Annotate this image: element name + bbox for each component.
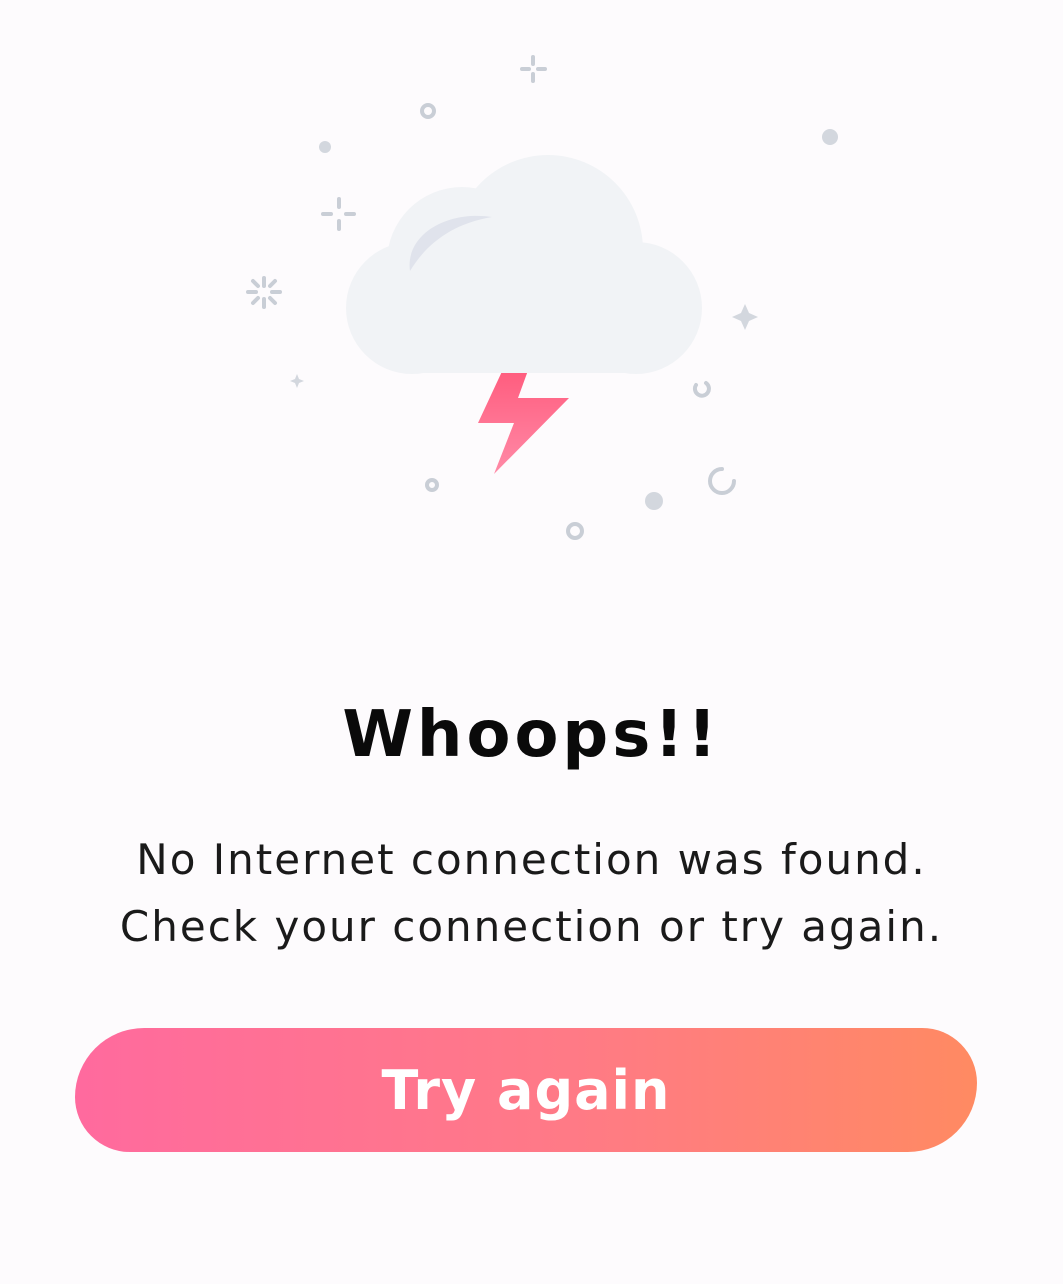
- error-title: Whoops!!: [342, 698, 721, 772]
- error-message: No Internet connection was found. Check …: [119, 835, 944, 951]
- try-again-button[interactable]: Try again: [75, 1028, 977, 1152]
- storm-cloud-lightning-icon: [246, 55, 838, 540]
- no-connection-screen: Whoops!! No Internet connection was foun…: [0, 0, 1063, 1284]
- lightning-bolt: [478, 365, 569, 474]
- cloud-shape: [346, 155, 702, 374]
